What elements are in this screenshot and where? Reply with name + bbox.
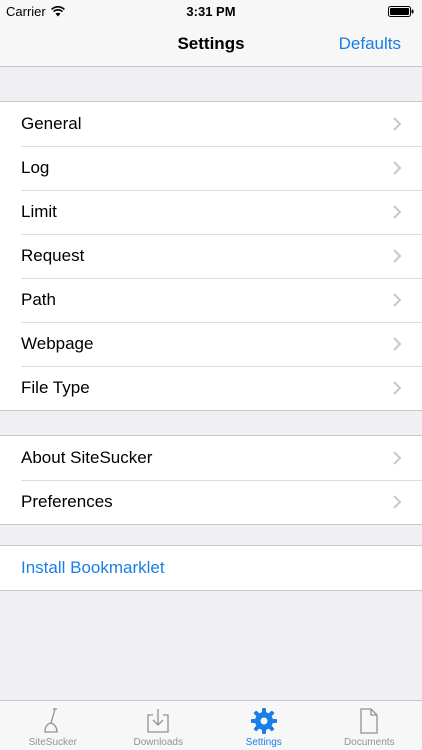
row-label: Webpage: [21, 334, 94, 353]
chevron-right-icon: [393, 337, 401, 351]
row-label: About SiteSucker: [21, 448, 153, 467]
limit-row[interactable]: Limit: [0, 190, 422, 234]
tab-label: Settings: [245, 737, 282, 748]
chevron-right-icon: [393, 495, 401, 509]
navigation-bar: Settings Defaults: [0, 22, 422, 67]
document-icon: [360, 708, 378, 734]
row-label: Request: [21, 246, 85, 265]
log-row[interactable]: Log: [0, 146, 422, 190]
chevron-right-icon: [393, 161, 401, 175]
gear-icon: [250, 708, 277, 734]
chevron-right-icon: [393, 451, 401, 465]
row-label: Limit: [21, 202, 57, 221]
settings-group-main: General Log Limit Request Path Webpage F…: [0, 101, 422, 411]
tab-downloads[interactable]: Downloads: [106, 701, 212, 750]
row-label: Path: [21, 290, 56, 309]
chevron-right-icon: [393, 117, 401, 131]
tab-sitesucker[interactable]: SiteSucker: [0, 701, 106, 750]
tab-label: SiteSucker: [28, 737, 77, 748]
defaults-button[interactable]: Defaults: [339, 34, 401, 54]
webpage-row[interactable]: Webpage: [0, 322, 422, 366]
row-label: Preferences: [21, 492, 113, 511]
path-row[interactable]: Path: [0, 278, 422, 322]
tab-settings[interactable]: Settings: [211, 701, 317, 750]
general-row[interactable]: General: [0, 102, 422, 146]
request-row[interactable]: Request: [0, 234, 422, 278]
tab-bar: SiteSucker Downloads Settings Documents: [0, 700, 422, 750]
vacuum-icon: [44, 708, 58, 733]
chevron-right-icon: [393, 381, 401, 395]
row-label: Install Bookmarklet: [21, 558, 165, 577]
battery-icon: [388, 6, 414, 17]
tab-documents[interactable]: Documents: [317, 701, 422, 750]
install-bookmarklet-button[interactable]: Install Bookmarklet: [0, 546, 422, 590]
status-bar: Carrier 3:31 PM: [0, 0, 422, 22]
settings-group-info: About SiteSucker Preferences: [0, 435, 422, 525]
row-label: File Type: [21, 378, 90, 397]
chevron-right-icon: [393, 293, 401, 307]
download-tray-icon: [147, 709, 169, 733]
settings-group-bookmarklet: Install Bookmarklet: [0, 545, 422, 591]
chevron-right-icon: [393, 249, 401, 263]
preferences-row[interactable]: Preferences: [0, 480, 422, 524]
status-time: 3:31 PM: [186, 4, 236, 19]
tab-label: Downloads: [133, 737, 183, 748]
about-sitesucker-row[interactable]: About SiteSucker: [0, 436, 422, 480]
row-label: Log: [21, 158, 50, 177]
file-type-row[interactable]: File Type: [0, 366, 422, 410]
row-label: General: [21, 114, 82, 133]
tab-label: Documents: [343, 737, 395, 748]
chevron-right-icon: [393, 205, 401, 219]
